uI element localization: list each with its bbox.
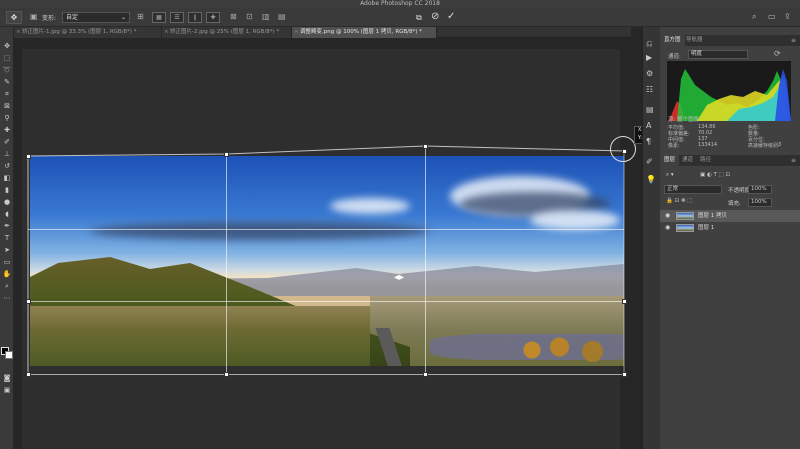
source-label: 源: 整个图像: [668, 115, 699, 123]
paragraph-icon[interactable]: ¶: [646, 137, 651, 146]
warp-handle[interactable]: [26, 299, 31, 304]
blend-opacity-row: 正常 不透明度: 100%: [660, 184, 800, 194]
stat-label: 高速缓存级别:: [748, 143, 780, 149]
play-icon[interactable]: ▶: [646, 53, 652, 62]
eye-icon[interactable]: ◉: [665, 210, 670, 222]
tab-paths[interactable]: 路径: [696, 155, 715, 166]
layer-name: 图层 1 拷贝: [698, 213, 727, 219]
filter-icons[interactable]: ▣ ◐ T ⬚ ⊡: [700, 172, 730, 178]
tab-layers[interactable]: 图层: [660, 155, 680, 166]
layers-panel-tabs: 图层 通道 路径 ≡: [660, 155, 800, 166]
light-bulb-icon[interactable]: 💡: [646, 175, 656, 184]
tab-histogram[interactable]: 直方图: [660, 35, 685, 46]
stat-row: 像素: 133414 高速缓存级别: 3: [668, 142, 798, 149]
layer-row[interactable]: ◉ 图层 1: [660, 222, 800, 234]
opacity-input[interactable]: 100%: [748, 185, 772, 194]
fill-input[interactable]: 100%: [748, 198, 772, 207]
adjust-icon[interactable]: ⚙: [646, 69, 653, 78]
cursor-highlight: [610, 136, 636, 162]
right-panels: 直方图 导航器 ≡ 通道: 明度 ⟳ 源: 整个图像 平均值: 134.86 色…: [660, 27, 800, 449]
move-cursor-icon: ◂▸: [394, 272, 405, 283]
fill-label: 填充:: [728, 201, 741, 207]
histogram-graph: [669, 69, 791, 121]
layer-thumbnail: [676, 212, 694, 220]
fill-value: 100%: [751, 199, 767, 205]
blend-mode-select[interactable]: 正常: [664, 185, 722, 194]
stat-value: 133414: [698, 142, 718, 148]
warp-handle[interactable]: [423, 372, 428, 377]
collapsed-panels-strip: ⎌ ▶ ⚙ ☷ ▤ A ¶ ✐ 💡: [642, 27, 660, 449]
lock-icons[interactable]: 🔒 ⊡ ✥ ⬚: [666, 198, 693, 204]
channel-value: 明度: [691, 51, 703, 57]
histogram-stats: 平均值: 134.86 色阶: 标准偏差: 70.02 数量: 中间值: 137…: [668, 124, 798, 149]
brush-settings-icon[interactable]: ✐: [646, 157, 653, 166]
eye-icon[interactable]: ◉: [665, 222, 670, 234]
panel-menu-icon[interactable]: ≡: [791, 155, 796, 166]
histogram-panel-tabs: 直方图 导航器 ≡: [660, 35, 800, 46]
channel-select[interactable]: 明度: [688, 50, 748, 59]
lock-fill-row: 🔒 ⊡ ✥ ⬚ 填充: 100%: [660, 197, 800, 207]
warp-handle[interactable]: [622, 372, 627, 377]
layers-comp-icon[interactable]: ▤: [646, 105, 654, 114]
panel-menu-icon[interactable]: ≡: [791, 35, 796, 46]
warp-handle[interactable]: [224, 152, 229, 157]
warp-handle[interactable]: [224, 372, 229, 377]
warp-handle[interactable]: [26, 372, 31, 377]
source-label-text: 源:: [668, 117, 676, 123]
opacity-value: 100%: [751, 186, 767, 192]
sliders-icon[interactable]: ☷: [646, 85, 653, 94]
tab-channels[interactable]: 通道: [678, 155, 697, 166]
blend-mode-value: 正常: [667, 186, 679, 192]
warp-handle[interactable]: [26, 154, 31, 159]
histogram-chart: [667, 61, 791, 121]
layer-row[interactable]: ◉ 图层 1 拷贝: [660, 210, 800, 222]
history-icon[interactable]: ⎌: [646, 39, 652, 49]
layer-filter-row: ⌕ ▾ ▣ ◐ T ⬚ ⊡: [660, 171, 800, 181]
text-icon[interactable]: A: [646, 121, 651, 130]
layer-thumbnail: [676, 224, 694, 232]
stat-value: 3: [778, 142, 782, 148]
stat-label: 像素:: [668, 143, 680, 149]
channel-label: 通道:: [668, 54, 681, 60]
filter-kind-icon[interactable]: ⌕ ▾: [666, 172, 674, 179]
refresh-icon[interactable]: ⟳: [774, 49, 781, 58]
warp-handle[interactable]: [423, 144, 428, 149]
warp-handle[interactable]: [622, 299, 627, 304]
tab-navigator[interactable]: 导航器: [682, 35, 707, 46]
source-value[interactable]: 整个图像: [677, 117, 699, 123]
layer-name: 图层 1: [698, 225, 715, 231]
